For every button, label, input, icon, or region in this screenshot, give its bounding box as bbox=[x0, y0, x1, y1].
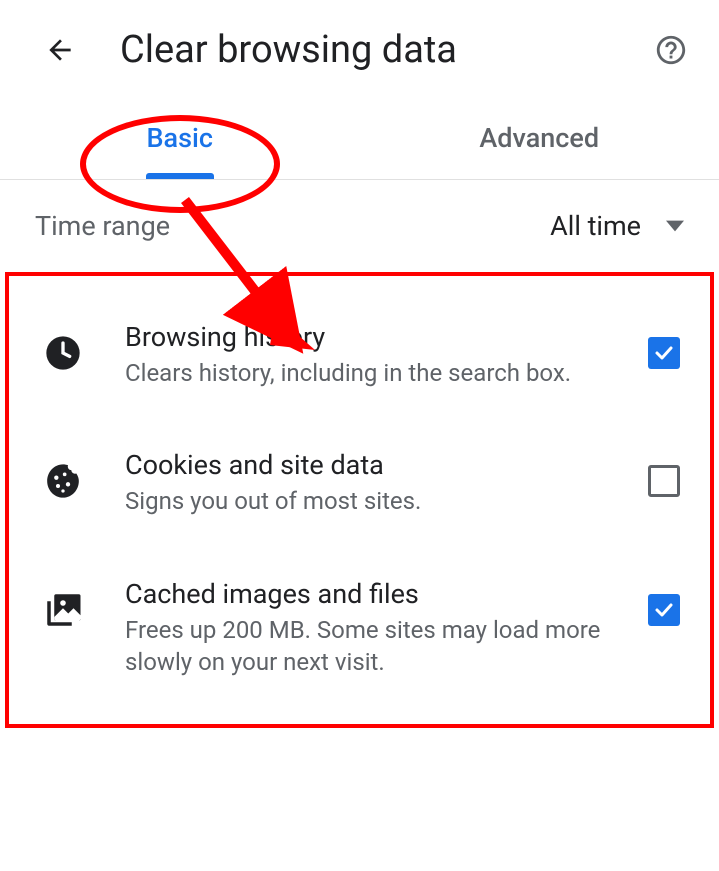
time-range-row: Time range All time bbox=[0, 180, 719, 272]
option-desc: Frees up 200 MB. Some sites may load mor… bbox=[125, 614, 628, 679]
checkmark-icon bbox=[652, 598, 676, 622]
options-highlighted-box: Browsing history Clears history, includi… bbox=[5, 272, 714, 728]
time-range-value: All time bbox=[550, 210, 641, 242]
option-cached-images[interactable]: Cached images and files Frees up 200 MB.… bbox=[9, 548, 710, 709]
help-icon bbox=[654, 33, 688, 67]
option-desc: Clears history, including in the search … bbox=[125, 357, 628, 389]
page-title: Clear browsing data bbox=[120, 28, 613, 72]
image-stack-icon bbox=[39, 586, 87, 634]
tab-advanced[interactable]: Advanced bbox=[360, 100, 719, 179]
arrow-left-icon bbox=[44, 34, 76, 66]
checkbox-cached-images[interactable] bbox=[648, 594, 680, 626]
clock-icon bbox=[39, 329, 87, 377]
option-text: Browsing history Clears history, includi… bbox=[125, 321, 648, 389]
option-text: Cached images and files Frees up 200 MB.… bbox=[125, 578, 648, 679]
option-text: Cookies and site data Signs you out of m… bbox=[125, 449, 648, 517]
time-range-label: Time range bbox=[35, 210, 170, 242]
option-browsing-history[interactable]: Browsing history Clears history, includi… bbox=[9, 291, 710, 419]
checkbox-browsing-history[interactable] bbox=[648, 337, 680, 369]
option-title: Cached images and files bbox=[125, 578, 628, 610]
time-range-dropdown[interactable]: All time bbox=[550, 210, 684, 242]
option-title: Cookies and site data bbox=[125, 449, 628, 481]
cookie-icon bbox=[39, 457, 87, 505]
dropdown-icon bbox=[666, 220, 684, 232]
header-bar: Clear browsing data bbox=[0, 0, 719, 100]
tab-basic[interactable]: Basic bbox=[0, 100, 360, 179]
option-title: Browsing history bbox=[125, 321, 628, 353]
checkmark-icon bbox=[652, 341, 676, 365]
tabs-bar: Basic Advanced bbox=[0, 100, 719, 180]
back-button[interactable] bbox=[40, 30, 80, 70]
option-desc: Signs you out of most sites. bbox=[125, 485, 628, 517]
checkbox-cookies[interactable] bbox=[648, 465, 680, 497]
option-cookies[interactable]: Cookies and site data Signs you out of m… bbox=[9, 419, 710, 547]
help-button[interactable] bbox=[653, 32, 689, 68]
